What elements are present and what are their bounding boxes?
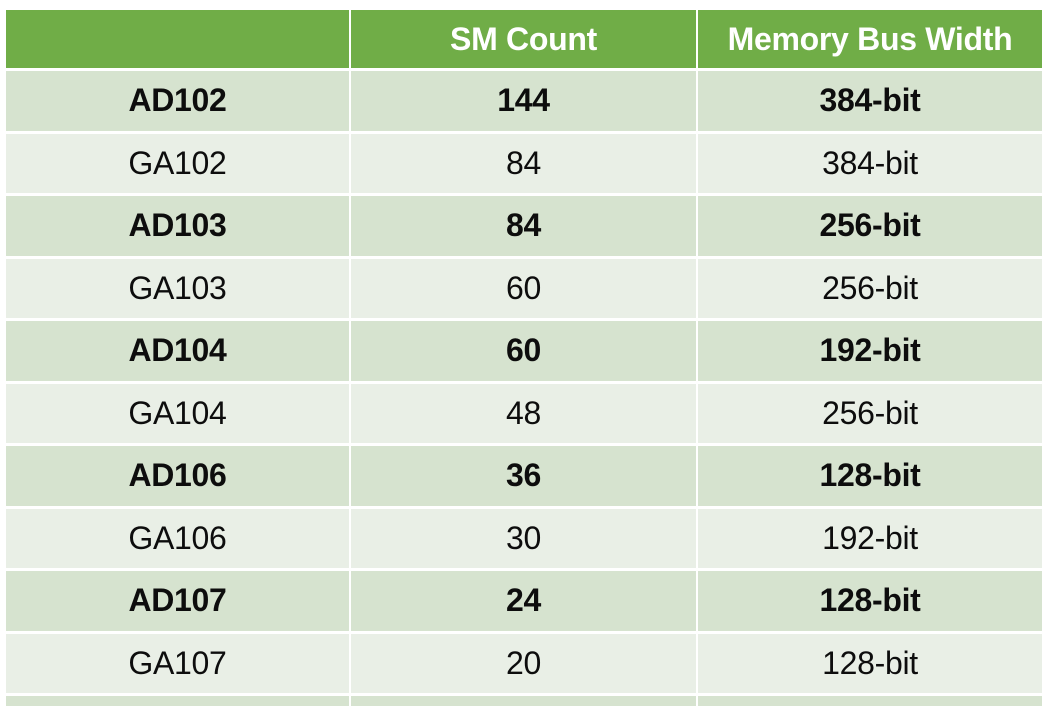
table-row-gpu-cell: GA106 — [6, 508, 349, 568]
table-row-bus-width-cell: 128-bit — [698, 633, 1042, 693]
table-row-gpu-cell: AD106 — [6, 446, 349, 506]
table-row-sm-count-cell: 60 — [351, 258, 696, 318]
table-row-bus-width-cell: 256-bit — [698, 383, 1042, 443]
table-row-gpu-cell: AD102 — [6, 71, 349, 131]
table-row-sm-count-cell: 20 — [351, 633, 696, 693]
table-row-bus-width-cell: 384-bit — [698, 133, 1042, 193]
table-row-gpu-cell: AD107 — [6, 571, 349, 631]
table-row-gpu-cell: GA107 — [6, 633, 349, 693]
header-cell-memory-bus-width: Memory Bus Width — [698, 10, 1042, 68]
table-row-bus-width-cell: 384-bit — [698, 71, 1042, 131]
table-row-sm-count-cell: 144 — [351, 71, 696, 131]
table-row-sm-count-cell: 36 — [351, 446, 696, 506]
table-row-sm-count-cell: 24 — [351, 571, 696, 631]
partial-cell — [351, 696, 696, 706]
table-row-bus-width-cell: 128-bit — [698, 571, 1042, 631]
table-row-gpu-cell: AD103 — [6, 196, 349, 256]
table-row-partial — [6, 696, 1042, 706]
header-cell-gpu — [6, 10, 349, 68]
table-row-bus-width-cell: 192-bit — [698, 508, 1042, 568]
table-row-gpu-cell: GA103 — [6, 258, 349, 318]
table-row-sm-count-cell: 60 — [351, 321, 696, 381]
table-row-bus-width-cell: 256-bit — [698, 196, 1042, 256]
table-row-sm-count-cell: 84 — [351, 196, 696, 256]
table-row-sm-count-cell: 48 — [351, 383, 696, 443]
table-row-bus-width-cell: 256-bit — [698, 258, 1042, 318]
header-cell-sm-count: SM Count — [351, 10, 696, 68]
gpu-comparison-table: SM Count Memory Bus Width AD102 144 384-… — [6, 10, 1042, 693]
table-row-sm-count-cell: 30 — [351, 508, 696, 568]
partial-cell — [6, 696, 349, 706]
partial-cell — [698, 696, 1042, 706]
table-row-sm-count-cell: 84 — [351, 133, 696, 193]
table-row-bus-width-cell: 128-bit — [698, 446, 1042, 506]
table-row-gpu-cell: GA104 — [6, 383, 349, 443]
table-row-bus-width-cell: 192-bit — [698, 321, 1042, 381]
table-row-gpu-cell: AD104 — [6, 321, 349, 381]
table-row-gpu-cell: GA102 — [6, 133, 349, 193]
